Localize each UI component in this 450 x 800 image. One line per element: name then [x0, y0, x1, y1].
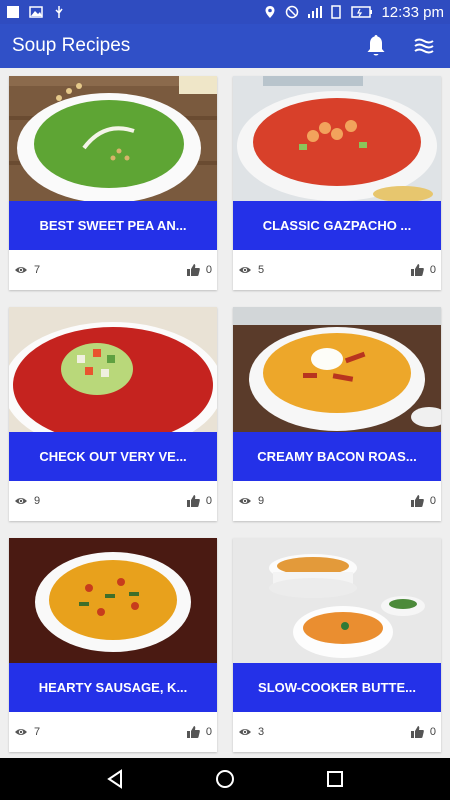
notification-app-icon	[6, 5, 20, 19]
recipe-card[interactable]: CLASSIC GAZPACHO ... 5 0	[233, 76, 441, 290]
usb-icon	[52, 5, 66, 19]
recipe-card[interactable]: HEARTY SAUSAGE, K... 7 0	[9, 538, 217, 752]
thumbs-up-icon	[410, 726, 424, 738]
thumbs-up-icon	[186, 495, 200, 507]
like-button[interactable]: 0	[186, 263, 212, 277]
image-icon	[29, 5, 43, 19]
bell-icon	[367, 35, 385, 56]
recipe-image	[233, 76, 441, 201]
recipe-title: BEST SWEET PEA AN...	[9, 201, 217, 250]
like-button[interactable]: 0	[410, 494, 436, 508]
home-button[interactable]	[210, 764, 240, 794]
recipe-card[interactable]: CREAMY BACON ROAS... 9 0	[233, 307, 441, 521]
like-count: 0	[205, 264, 212, 276]
location-icon	[263, 5, 277, 19]
recipe-image	[9, 307, 217, 432]
recipe-card[interactable]: CHECK OUT VERY VE... 9 0	[9, 307, 217, 521]
recipe-title: CLASSIC GAZPACHO ...	[233, 201, 441, 250]
sim-icon	[329, 5, 343, 19]
eye-icon	[15, 729, 27, 735]
recents-square-icon	[327, 771, 343, 787]
recipe-title: HEARTY SAUSAGE, K...	[9, 663, 217, 712]
app-title: Soup Recipes	[12, 35, 131, 56]
view-count: 3	[258, 726, 265, 738]
recents-button[interactable]	[320, 764, 350, 794]
eye-icon	[15, 498, 27, 504]
recipe-image	[9, 538, 217, 663]
home-circle-icon	[216, 770, 234, 788]
menu-button[interactable]	[410, 32, 438, 60]
like-count: 0	[429, 495, 436, 507]
eye-icon	[239, 729, 251, 735]
like-button[interactable]: 0	[410, 725, 436, 739]
eye-icon	[239, 498, 251, 504]
eye-icon	[239, 267, 251, 273]
notifications-button[interactable]	[362, 32, 390, 60]
like-count: 0	[429, 264, 436, 276]
status-time: 12:33 pm	[381, 3, 444, 21]
recipe-card[interactable]: BEST SWEET PEA AN... 7 0	[9, 76, 217, 290]
thumbs-up-icon	[186, 264, 200, 276]
recipe-image	[233, 538, 441, 663]
back-triangle-icon	[107, 769, 122, 789]
recipe-title: SLOW-COOKER BUTTE...	[233, 663, 441, 712]
thumbs-up-icon	[186, 726, 200, 738]
view-count: 7	[34, 726, 41, 738]
view-count: 5	[258, 264, 265, 276]
signal-icon	[307, 5, 323, 19]
thumbs-up-icon	[410, 264, 424, 276]
system-nav-bar	[0, 758, 450, 800]
like-button[interactable]: 0	[186, 725, 212, 739]
view-count: 9	[258, 495, 265, 507]
recipe-image	[9, 76, 217, 201]
like-count: 0	[205, 495, 212, 507]
battery-icon	[351, 5, 373, 19]
view-count: 7	[34, 264, 41, 276]
status-bar: 12:33 pm	[0, 0, 450, 24]
view-count: 9	[34, 495, 41, 507]
like-button[interactable]: 0	[186, 494, 212, 508]
do-not-disturb-icon	[285, 5, 299, 19]
recipe-title: CHECK OUT VERY VE...	[9, 432, 217, 481]
app-bar: Soup Recipes	[0, 24, 450, 68]
eye-icon	[15, 267, 27, 273]
recipe-title: CREAMY BACON ROAS...	[233, 432, 441, 481]
back-button[interactable]	[100, 764, 130, 794]
like-count: 0	[205, 726, 212, 738]
recipe-image	[233, 307, 441, 432]
recipe-card[interactable]: SLOW-COOKER BUTTE... 3 0	[233, 538, 441, 752]
like-count: 0	[429, 726, 436, 738]
like-button[interactable]: 0	[410, 263, 436, 277]
thumbs-up-icon	[410, 495, 424, 507]
waves-menu-icon	[414, 38, 434, 54]
